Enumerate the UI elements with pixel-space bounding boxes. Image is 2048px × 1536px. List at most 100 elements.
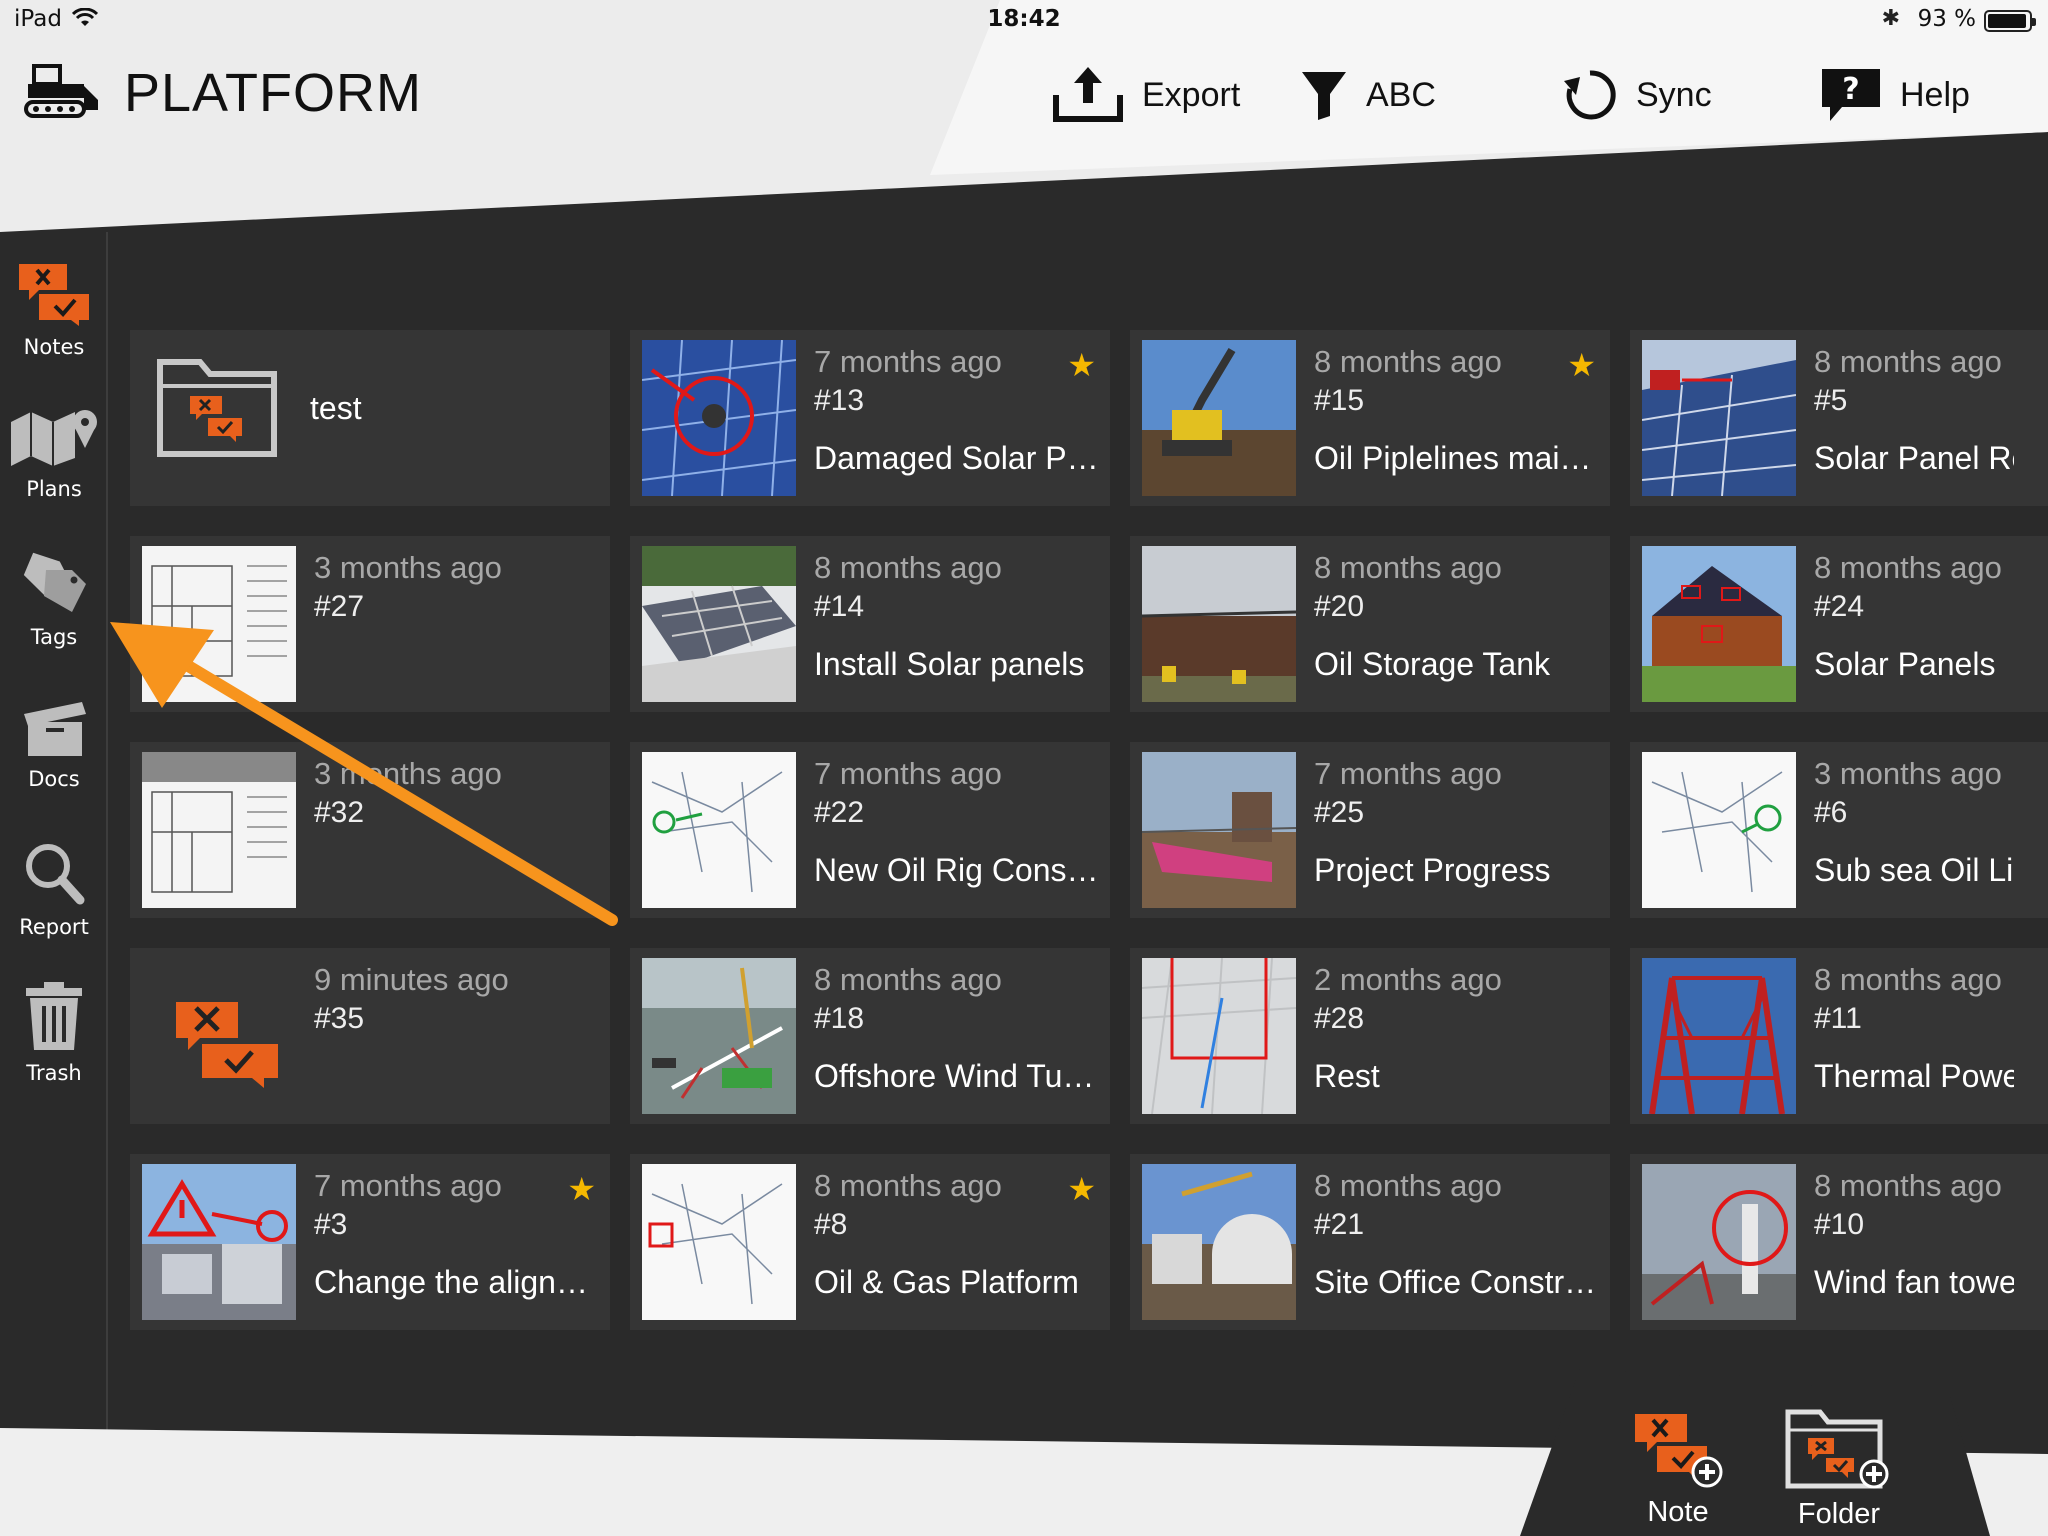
note-number: #25: [1314, 796, 1365, 829]
note-card[interactable]: 8 months ago #10 Wind fan towe: [1630, 1154, 2048, 1330]
note-number: #35: [314, 1002, 365, 1035]
note-card[interactable]: 8 months ago #8 Oil & Gas Platform ★: [630, 1154, 1110, 1330]
note-thumbnail: [642, 1164, 796, 1320]
note-time: 3 months ago: [1814, 756, 2002, 791]
note-thumbnail: [1642, 958, 1796, 1114]
sidebar-item-report[interactable]: Report: [0, 840, 108, 939]
note-title: Rest: [1314, 1058, 1380, 1094]
sidebar-item-docs[interactable]: Docs: [0, 694, 108, 791]
sidebar-item-notes[interactable]: Notes: [0, 262, 108, 359]
note-card[interactable]: 8 months ago #24 Solar Panels: [1630, 536, 2048, 712]
note-time: 8 months ago: [1814, 962, 2002, 997]
note-number: #10: [1814, 1208, 1865, 1241]
note-thumbnail: [1642, 340, 1796, 496]
sidebar-item-label: Plans: [26, 477, 82, 501]
note-thumbnail: [1642, 546, 1796, 702]
note-card[interactable]: 3 months ago #27: [130, 536, 610, 712]
note-time: 8 months ago: [1814, 550, 2002, 585]
plans-icon: [11, 410, 97, 466]
note-card[interactable]: 2 months ago #28 Rest: [1130, 948, 1610, 1124]
note-card[interactable]: 8 months ago #20 Oil Storage Tank: [1130, 536, 1610, 712]
note-number: #32: [314, 796, 365, 829]
trash-icon: [26, 982, 82, 1050]
note-thumbnail: [642, 340, 796, 496]
help-button[interactable]: ? Help: [1820, 60, 1970, 130]
note-number: #22: [814, 796, 865, 829]
star-icon[interactable]: ★: [1067, 346, 1096, 384]
sidebar-item-label: Tags: [30, 625, 78, 649]
note-title: Wind fan towe: [1814, 1264, 2014, 1300]
battery-percentage: 93 %: [1917, 6, 1976, 32]
export-button[interactable]: Export: [1052, 60, 1240, 130]
note-number: #14: [814, 590, 865, 623]
bottom-actions-tab: [1520, 1368, 1990, 1536]
note-title: Oil Piplelines maintenance: [1314, 440, 1604, 476]
note-time: 8 months ago: [1314, 344, 1502, 379]
note-time: 2 months ago: [1314, 962, 1502, 997]
note-thumbnail: [1142, 958, 1296, 1114]
note-time: 3 months ago: [314, 550, 502, 585]
note-number: #6: [1814, 796, 1848, 829]
sidebar-item-tags[interactable]: Tags: [0, 552, 108, 649]
battery-icon: [1984, 10, 2036, 32]
note-card[interactable]: 8 months ago #5 Solar Panel Re: [1630, 330, 2048, 506]
note-time: 3 months ago: [314, 756, 502, 791]
note-time: 7 months ago: [814, 344, 1002, 379]
note-card[interactable]: 7 months ago #3 Change the alignment ★: [130, 1154, 610, 1330]
report-icon: [26, 844, 85, 905]
new-folder-button[interactable]: Folder: [1784, 1408, 1894, 1531]
help-label: Help: [1900, 75, 1970, 114]
note-number: #13: [814, 384, 865, 417]
note-card[interactable]: 7 months ago #13 Damaged Solar Panel ★: [630, 330, 1110, 506]
note-title: Site Office Construction: [1314, 1264, 1604, 1300]
note-time: 7 months ago: [1314, 756, 1502, 791]
star-icon[interactable]: ★: [1067, 1170, 1096, 1208]
note-thumbnail: [642, 546, 796, 702]
note-title: Change the alignment: [314, 1264, 604, 1300]
help-icon: ?: [1822, 69, 1880, 121]
note-title: Solar Panels: [1814, 646, 1996, 682]
note-thumbnail: [142, 752, 296, 908]
note-thumbnail: [142, 1164, 296, 1320]
note-title: Thermal Powe: [1814, 1058, 2014, 1094]
note-time: 8 months ago: [1314, 1168, 1502, 1203]
export-label: Export: [1142, 75, 1241, 114]
note-time: 8 months ago: [814, 550, 1002, 585]
note-card[interactable]: 3 months ago #6 Sub sea Oil Lir: [1630, 742, 2048, 918]
note-title: Project Progress: [1314, 852, 1551, 888]
app-title: PLATFORM: [124, 63, 423, 123]
note-card[interactable]: 8 months ago #21 Site Office Constructio…: [1130, 1154, 1610, 1330]
folder-card[interactable]: test: [130, 330, 610, 506]
note-card[interactable]: 8 months ago #14 Install Solar panels: [630, 536, 1110, 712]
note-card[interactable]: 8 months ago #11 Thermal Powe: [1630, 948, 2048, 1124]
app-logo-icon: [24, 64, 98, 118]
note-card[interactable]: 8 months ago #15 Oil Piplelines maintena…: [1130, 330, 1610, 506]
note-card[interactable]: 7 months ago #22 New Oil Rig Constructio…: [630, 742, 1110, 918]
status-time: 18:42: [987, 6, 1061, 32]
svg-text:?: ?: [1842, 72, 1859, 107]
note-title: Install Solar panels: [814, 646, 1085, 682]
note-card[interactable]: 3 months ago #32: [130, 742, 610, 918]
new-folder-label: Folder: [1797, 1498, 1881, 1530]
note-card[interactable]: 7 months ago #25 Project Progress: [1130, 742, 1610, 918]
note-card[interactable]: 9 minutes ago #35: [130, 948, 610, 1124]
sync-button[interactable]: Sync: [1562, 60, 1712, 130]
note-number: #5: [1814, 384, 1848, 417]
folder-title: test: [310, 390, 362, 426]
star-icon[interactable]: ★: [567, 1170, 596, 1208]
filter-sort-button[interactable]: ABC: [1300, 60, 1436, 130]
note-time: 8 months ago: [1814, 1168, 2002, 1203]
sidebar-item-plans[interactable]: Plans: [0, 408, 108, 501]
sync-label: Sync: [1636, 75, 1712, 114]
note-thumbnail: [1142, 752, 1296, 908]
new-note-button[interactable]: Note: [1628, 1412, 1728, 1529]
note-card[interactable]: 8 months ago #18 Offshore Wind Turbine: [630, 948, 1110, 1124]
note-time: 7 months ago: [314, 1168, 502, 1203]
new-folder-icon: [1785, 1409, 1889, 1489]
star-icon[interactable]: ★: [1567, 346, 1596, 384]
sidebar-item-trash[interactable]: Trash: [0, 980, 108, 1085]
note-number: #20: [1314, 590, 1365, 623]
note-title: Sub sea Oil Lir: [1814, 852, 2014, 888]
tags-icon: [23, 552, 86, 612]
note-number: #11: [1814, 1002, 1862, 1035]
